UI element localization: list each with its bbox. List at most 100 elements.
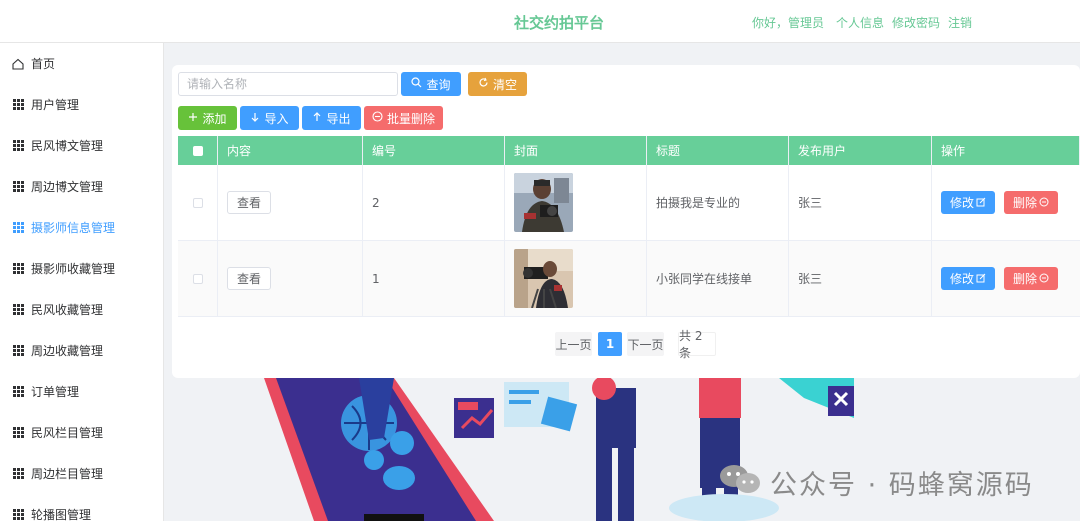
- add-button-label: 添加: [202, 111, 227, 126]
- watermark: 公众号 · 码蜂窝源码: [718, 462, 1034, 503]
- delete-button-label: 删除: [1012, 272, 1037, 286]
- actions-cell: 修改 删除: [932, 241, 1080, 316]
- pagination: 上一页: [555, 332, 592, 356]
- add-button[interactable]: 添加: [178, 106, 237, 130]
- column-header: 内容: [218, 136, 363, 165]
- column-header: 封面: [505, 136, 647, 165]
- clear-button[interactable]: 清空: [468, 72, 527, 96]
- sidebar-item-nearby-posts[interactable]: 周边博文管理: [0, 166, 163, 207]
- sidebar-item-folk-favorites[interactable]: 民风收藏管理: [0, 289, 163, 330]
- export-button[interactable]: 导出: [302, 106, 361, 130]
- actions-cell: 修改 删除: [932, 165, 1080, 240]
- pagination-next: 下一页: [627, 332, 664, 356]
- grid-icon: [12, 180, 24, 193]
- sidebar-item-nearby-favorites[interactable]: 周边收藏管理: [0, 330, 163, 371]
- sidebar-item-label: 民风博文管理: [31, 139, 104, 153]
- pagination-total: 共 2 条: [678, 329, 716, 360]
- watermark-text: 公众号 · 码蜂窝源码: [770, 470, 1034, 501]
- column-header: 标题: [647, 136, 789, 165]
- minus-circle-icon: [1039, 196, 1049, 210]
- sidebar-item-nearby-columns[interactable]: 周边栏目管理: [0, 453, 163, 494]
- sidebar-item-photographer-favorites[interactable]: 摄影师收藏管理: [0, 248, 163, 289]
- delete-button[interactable]: 删除: [1004, 191, 1058, 214]
- row-checkbox[interactable]: [192, 273, 203, 284]
- minus-circle-icon: [1039, 272, 1049, 286]
- grid-icon: [12, 426, 24, 439]
- table-header: 内容 编号 封面 标题 发布用户 操作: [178, 136, 1080, 165]
- cover-image: [514, 173, 573, 232]
- search-input[interactable]: [178, 72, 398, 96]
- next-page-button[interactable]: 下一页: [627, 332, 664, 356]
- page-number-current[interactable]: 1: [598, 332, 622, 356]
- sidebar-item-label: 首页: [31, 57, 56, 71]
- export-button-label: 导出: [326, 111, 351, 126]
- content-panel: 查询 清空 添加 导入 导出 批量删除 内容 编号: [172, 65, 1080, 378]
- sidebar-item-users[interactable]: 用户管理: [0, 84, 163, 125]
- table-row: 查看 1 小张同学在线接单 张三 修改 删除: [178, 241, 1080, 317]
- profile-link[interactable]: 个人信息: [836, 14, 884, 31]
- sidebar-item-home[interactable]: 首页: [0, 43, 163, 84]
- batch-delete-button[interactable]: 批量删除: [364, 106, 443, 130]
- column-header: 编号: [363, 136, 505, 165]
- edit-icon: [976, 272, 986, 286]
- header-select-cell: [178, 136, 218, 165]
- pagination-current: 1: [598, 332, 622, 356]
- select-all-checkbox[interactable]: [192, 145, 203, 156]
- user-cell: 张三: [789, 165, 932, 240]
- home-icon: [12, 58, 24, 70]
- view-button[interactable]: 查看: [227, 267, 271, 290]
- cover-cell: [505, 241, 647, 316]
- sidebar-item-folk-posts[interactable]: 民风博文管理: [0, 125, 163, 166]
- edit-icon: [976, 196, 986, 210]
- sidebar-item-label: 民风收藏管理: [31, 303, 104, 317]
- sidebar-item-label: 轮播图管理: [31, 508, 92, 521]
- edit-button[interactable]: 修改: [941, 191, 995, 214]
- id-cell: 2: [363, 165, 505, 240]
- column-header: 发布用户: [789, 136, 932, 165]
- id-cell: 1: [363, 241, 505, 316]
- query-button[interactable]: 查询: [401, 72, 461, 96]
- delete-button[interactable]: 删除: [1004, 267, 1058, 290]
- minus-circle-icon: [372, 111, 383, 125]
- sidebar-item-label: 摄影师信息管理: [31, 221, 116, 235]
- top-header: 社交约拍平台 你好，管理员 个人信息 修改密码 注销: [0, 0, 1080, 43]
- import-button[interactable]: 导入: [240, 106, 299, 130]
- cover-cell: [505, 165, 647, 240]
- sidebar-item-label: 周边收藏管理: [31, 344, 104, 358]
- sidebar-item-folk-columns[interactable]: 民风栏目管理: [0, 412, 163, 453]
- column-header: 操作: [932, 136, 1080, 165]
- delete-button-label: 删除: [1012, 196, 1037, 210]
- table-row: 查看 2 拍摄我是专业的 张三 修改 删除: [178, 165, 1080, 241]
- refresh-icon: [478, 77, 489, 91]
- plus-icon: [188, 111, 198, 125]
- logout-link[interactable]: 注销: [948, 14, 972, 31]
- sidebar-item-label: 摄影师收藏管理: [31, 262, 116, 276]
- user-cell: 张三: [789, 241, 932, 316]
- total-count: 共 2 条: [678, 329, 716, 360]
- import-button-label: 导入: [264, 111, 289, 126]
- grid-icon: [12, 467, 24, 480]
- title-cell: 小张同学在线接单: [647, 241, 789, 316]
- sidebar-item-label: 订单管理: [31, 385, 80, 399]
- clear-button-label: 清空: [492, 77, 517, 92]
- greeting-text: 你好，管理员: [752, 16, 825, 30]
- change-password-link[interactable]: 修改密码: [892, 14, 940, 31]
- prev-page-button[interactable]: 上一页: [555, 332, 592, 356]
- edit-button-label: 修改: [949, 272, 974, 286]
- grid-icon: [12, 262, 24, 275]
- sidebar-item-photographers[interactable]: 摄影师信息管理: [0, 207, 163, 248]
- grid-icon: [12, 221, 24, 234]
- edit-button[interactable]: 修改: [941, 267, 995, 290]
- edit-button-label: 修改: [949, 196, 974, 210]
- query-button-label: 查询: [426, 77, 451, 92]
- grid-icon: [12, 303, 24, 316]
- sidebar-item-label: 用户管理: [31, 98, 80, 112]
- row-checkbox[interactable]: [192, 197, 203, 208]
- sidebar-item-carousel[interactable]: 轮播图管理: [0, 494, 163, 521]
- cover-image: [514, 249, 573, 308]
- user-nav: 你好，管理员 个人信息 修改密码 注销: [752, 14, 972, 31]
- grid-icon: [12, 139, 24, 152]
- content-cell: 查看: [218, 241, 363, 316]
- view-button[interactable]: 查看: [227, 191, 271, 214]
- sidebar-item-orders[interactable]: 订单管理: [0, 371, 163, 412]
